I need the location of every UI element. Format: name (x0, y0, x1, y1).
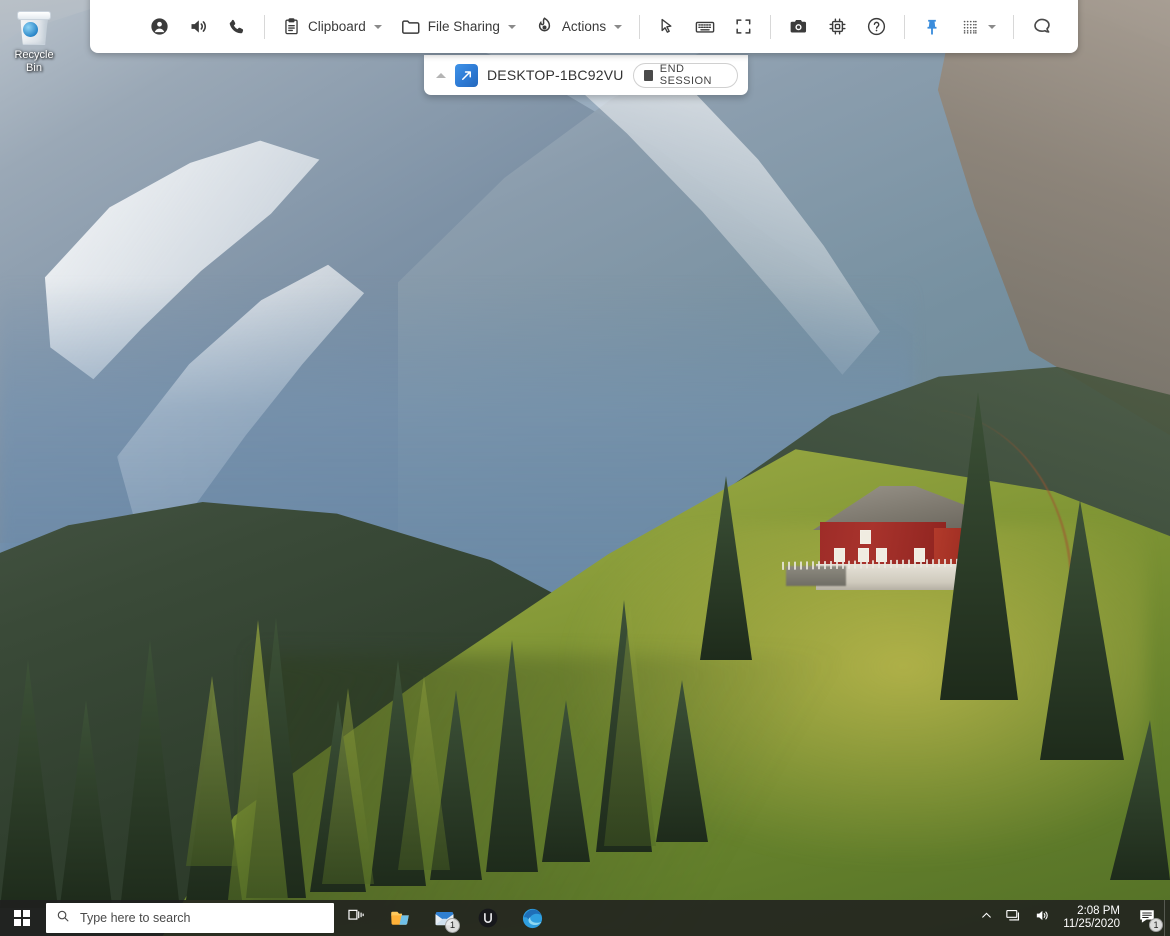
desktop-wallpaper (0, 0, 1170, 936)
search-input[interactable]: Type here to search (46, 903, 334, 933)
feedback-button[interactable] (1022, 9, 1062, 45)
phone-icon (227, 17, 247, 37)
clock-time: 2:08 PM (1077, 905, 1120, 917)
recycle-bin-icon (14, 8, 54, 46)
tray-overflow-button[interactable] (974, 900, 999, 936)
feedback-group (1022, 9, 1062, 45)
taskbar-app-mail[interactable]: 1 (422, 900, 466, 936)
help-button[interactable] (857, 9, 896, 45)
system-tray[interactable]: 2:08 PM 11/25/2020 1 (974, 900, 1170, 936)
keyboard-button[interactable] (685, 9, 725, 45)
windows-taskbar[interactable]: Type here to search 1 2:08 PM 11/25/2020… (0, 900, 1170, 936)
toolbar-divider (904, 14, 906, 39)
account-button[interactable] (140, 9, 179, 45)
remote-desktop-icon (455, 63, 478, 87)
tray-volume-button[interactable] (1028, 900, 1057, 936)
settings-button[interactable] (818, 9, 857, 45)
folder-icon (400, 16, 421, 37)
action-center-badge: 1 (1149, 918, 1163, 932)
action-center-button[interactable]: 1 (1130, 900, 1164, 936)
layout-group (913, 9, 1005, 45)
taskbar-app-u[interactable] (466, 900, 510, 936)
task-view-button[interactable] (334, 900, 378, 936)
actions-label: Actions (561, 19, 607, 34)
toolbar-divider (639, 14, 641, 39)
input-group (648, 9, 762, 45)
stop-square-icon (643, 69, 653, 81)
end-session-label: END SESSION (659, 63, 712, 87)
clipboard-label: Clipboard (308, 19, 366, 34)
pointer-button[interactable] (648, 9, 685, 45)
grid-dots-icon (960, 17, 980, 37)
mail-badge: 1 (445, 918, 460, 933)
chevron-down-icon (507, 24, 516, 29)
taskbar-app-file-explorer[interactable] (378, 900, 422, 936)
tools-group (779, 9, 896, 45)
fullscreen-button[interactable] (725, 9, 762, 45)
recycle-bin-label: Recycle Bin (14, 49, 54, 74)
search-placeholder: Type here to search (80, 911, 191, 925)
remote-session-toolbar[interactable]: Clipboard File Sharing Actions (90, 0, 1078, 53)
chevron-up-icon[interactable] (436, 72, 446, 78)
network-monitor-icon (1005, 907, 1022, 929)
clipboard-button[interactable]: Clipboard (273, 9, 391, 45)
show-desktop-button[interactable] (1164, 900, 1170, 936)
connection-group (140, 9, 256, 45)
clock-date: 11/25/2020 (1063, 918, 1120, 930)
camera-icon (788, 16, 809, 37)
fullscreen-icon (734, 17, 753, 36)
windows-logo-icon (14, 910, 30, 926)
wallpaper-conifers (0, 392, 1170, 910)
file-sharing-button[interactable]: File Sharing (391, 9, 525, 45)
taskbar-app-microsoft-edge[interactable] (510, 900, 554, 936)
cursor-icon (657, 17, 676, 36)
person-icon (149, 16, 170, 37)
end-session-button[interactable]: END SESSION (632, 62, 738, 88)
task-view-icon (347, 906, 366, 930)
chip-gear-icon (827, 16, 848, 37)
file-sharing-label: File Sharing (427, 19, 500, 34)
actions-button[interactable]: Actions (525, 9, 631, 45)
actions-flame-icon (534, 16, 555, 37)
keyboard-icon (694, 16, 716, 38)
call-button[interactable] (218, 9, 256, 45)
pin-toolbar-button[interactable] (913, 9, 951, 45)
tray-network-button[interactable] (999, 900, 1028, 936)
start-button[interactable] (0, 900, 44, 936)
speaker-icon (1034, 907, 1051, 929)
pin-icon (922, 17, 942, 37)
audio-button[interactable] (179, 9, 218, 45)
screenshot-button[interactable] (779, 9, 818, 45)
feedback-bubble-icon (1031, 16, 1053, 38)
session-host-name: DESKTOP-1BC92VU (487, 67, 624, 83)
chevron-down-icon (988, 24, 997, 29)
toolbar-divider (1013, 14, 1015, 39)
grid-layout-button[interactable] (951, 9, 1005, 45)
desktop-icon-recycle-bin[interactable]: Recycle Bin (6, 6, 62, 75)
sharing-group: Clipboard File Sharing Actions (273, 9, 631, 45)
chevron-down-icon (614, 24, 623, 29)
chevron-up-icon (980, 909, 993, 927)
toolbar-divider (770, 14, 772, 39)
taskbar-clock[interactable]: 2:08 PM 11/25/2020 (1057, 900, 1130, 936)
active-session-panel[interactable]: DESKTOP-1BC92VU END SESSION (424, 55, 748, 95)
chevron-down-icon (373, 24, 382, 29)
search-icon (56, 909, 70, 928)
speaker-icon (188, 16, 209, 37)
help-circle-icon (866, 16, 887, 37)
clipboard-icon (282, 17, 301, 36)
toolbar-divider (264, 14, 265, 39)
